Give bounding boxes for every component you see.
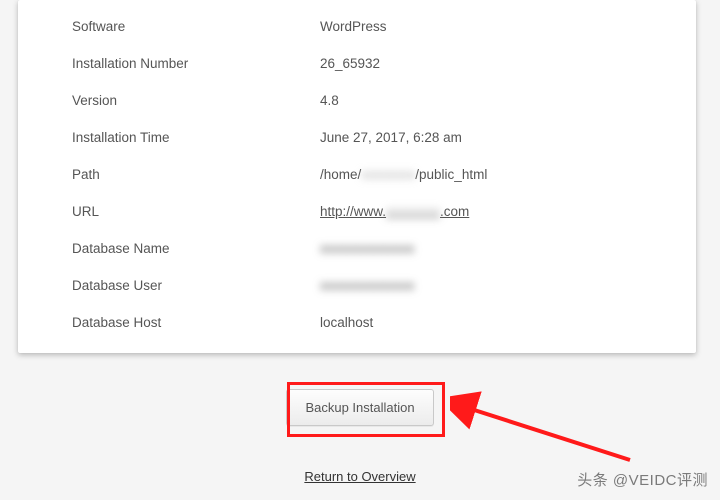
installation-details-card: Software WordPress Installation Number 2… bbox=[18, 0, 696, 353]
value-version: 4.8 bbox=[320, 93, 339, 108]
row-version: Version 4.8 bbox=[18, 82, 696, 119]
row-db-user: Database User xxxxxxxxxxxxxx bbox=[18, 267, 696, 304]
row-install-number: Installation Number 26_65932 bbox=[18, 45, 696, 82]
return-area: Return to Overview bbox=[0, 468, 720, 486]
label-version: Version bbox=[72, 93, 320, 108]
row-url: URL http://www.xxxxxxxx.com bbox=[18, 193, 696, 230]
value-db-user: xxxxxxxxxxxxxx bbox=[320, 278, 415, 293]
installation-url-link[interactable]: http://www.xxxxxxxx.com bbox=[320, 204, 469, 219]
value-install-time: June 27, 2017, 6:28 am bbox=[320, 130, 462, 145]
value-db-host: localhost bbox=[320, 315, 373, 330]
row-db-name: Database Name xxxxxxxxxxxxxx bbox=[18, 230, 696, 267]
return-to-overview-link[interactable]: Return to Overview bbox=[304, 469, 415, 484]
value-db-name: xxxxxxxxxxxxxx bbox=[320, 241, 415, 256]
row-install-time: Installation Time June 27, 2017, 6:28 am bbox=[18, 119, 696, 156]
backup-installation-button[interactable]: Backup Installation bbox=[286, 389, 433, 426]
path-obscured: xxxxxxxx bbox=[361, 167, 415, 182]
row-software: Software WordPress bbox=[18, 8, 696, 45]
url-obscured: xxxxxxxx bbox=[386, 204, 440, 219]
actions-area: Backup Installation bbox=[0, 389, 720, 426]
label-path: Path bbox=[72, 167, 320, 182]
value-path: /home/xxxxxxxx/public_html bbox=[320, 167, 487, 182]
path-suffix: /public_html bbox=[415, 167, 487, 182]
value-url: http://www.xxxxxxxx.com bbox=[320, 204, 469, 219]
url-prefix: http://www. bbox=[320, 204, 386, 219]
row-db-host: Database Host localhost bbox=[18, 304, 696, 341]
label-install-time: Installation Time bbox=[72, 130, 320, 145]
label-db-name: Database Name bbox=[72, 241, 320, 256]
path-prefix: /home/ bbox=[320, 167, 361, 182]
label-db-host: Database Host bbox=[72, 315, 320, 330]
url-suffix: .com bbox=[440, 204, 469, 219]
label-db-user: Database User bbox=[72, 278, 320, 293]
label-software: Software bbox=[72, 19, 320, 34]
value-install-number: 26_65932 bbox=[320, 56, 380, 71]
row-path: Path /home/xxxxxxxx/public_html bbox=[18, 156, 696, 193]
label-url: URL bbox=[72, 204, 320, 219]
value-software: WordPress bbox=[320, 19, 387, 34]
label-install-number: Installation Number bbox=[72, 56, 320, 71]
